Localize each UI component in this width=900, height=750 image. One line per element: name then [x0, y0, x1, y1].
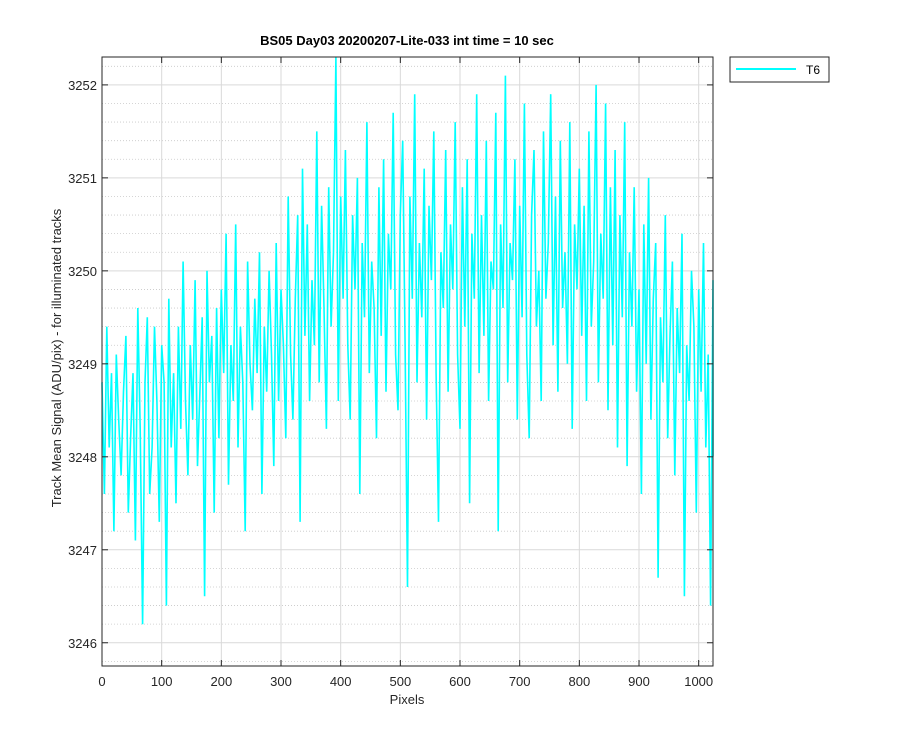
x-tick-label: 500 [389, 674, 411, 689]
x-tick-label: 1000 [684, 674, 713, 689]
x-tick-label: 200 [210, 674, 232, 689]
y-tick-label: 3248 [68, 450, 97, 465]
figure: 3246 3247 3248 3249 3250 3251 3252 0 100 200 300 40… [0, 0, 900, 750]
y-axis-label: Track Mean Signal (ADU/pix) - for illumi… [49, 208, 64, 507]
y-tick-label: 3246 [68, 636, 97, 651]
plot-area: 3246 3247 3248 3249 3250 3251 3252 0 100 200 300 40… [68, 56, 714, 689]
x-tick-label: 300 [270, 674, 292, 689]
chart-title: BS05 Day03 20200207-Lite-033 int time = … [260, 33, 554, 48]
y-tick-label: 3252 [68, 78, 97, 93]
x-tick-label: 0 [98, 674, 105, 689]
y-tick-label: 3247 [68, 543, 97, 558]
y-tick-label: 3250 [68, 264, 97, 279]
y-tick-label: 3251 [68, 171, 97, 186]
x-tick-label: 800 [568, 674, 590, 689]
x-tick-label: 600 [449, 674, 471, 689]
y-tick-label: 3249 [68, 357, 97, 372]
x-tick-label: 700 [509, 674, 531, 689]
legend-label: T6 [806, 63, 820, 77]
x-tick-label: 100 [151, 674, 173, 689]
x-tick-label: 400 [330, 674, 352, 689]
legend[interactable]: T6 [729, 56, 830, 83]
x-tick-label: 900 [628, 674, 650, 689]
x-axis-label: Pixels [390, 692, 425, 707]
